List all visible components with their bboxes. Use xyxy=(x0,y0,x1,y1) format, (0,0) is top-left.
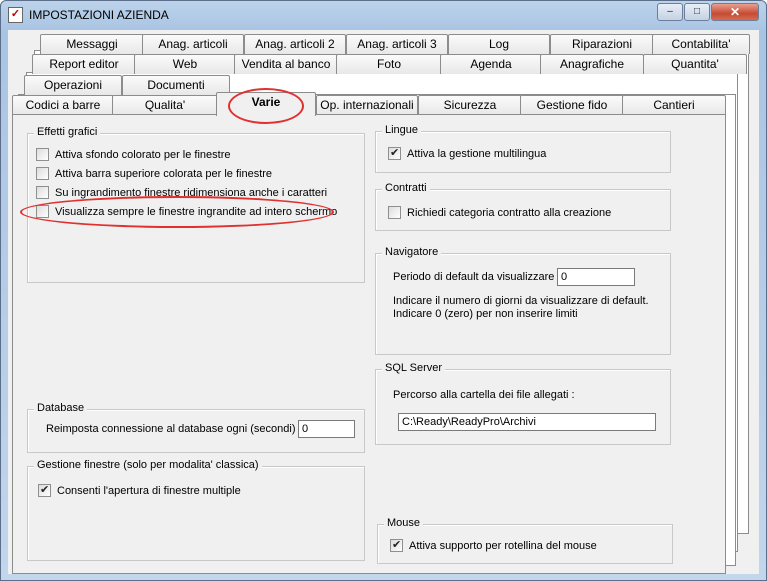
group-label: Effetti grafici xyxy=(34,126,101,138)
title-bar[interactable]: ✓ IMPOSTAZIONI AZIENDA ‒ □ ✕ xyxy=(1,1,766,29)
group-navigatore: Navigatore Periodo di default da visuali… xyxy=(375,246,671,355)
highlight-ellipse-varie-tab xyxy=(228,88,304,124)
tab-web[interactable]: Web xyxy=(134,54,236,74)
tab-op-internazionali[interactable]: Op. internazionali xyxy=(316,95,418,115)
group-label: SQL Server xyxy=(382,362,446,374)
checkbox-box[interactable] xyxy=(38,483,51,497)
close-button[interactable]: ✕ xyxy=(711,3,759,21)
group-label: Contratti xyxy=(382,182,430,194)
tab-cantieri[interactable]: Cantieri xyxy=(622,95,726,115)
tab-contabilita[interactable]: Contabilita' xyxy=(652,34,750,54)
checkbox-box[interactable] xyxy=(36,186,49,199)
checkbox-multilingua[interactable]: Attiva la gestione multilingua xyxy=(388,146,547,160)
tab-report-editor[interactable]: Report editor xyxy=(32,54,136,74)
app-icon: ✓ xyxy=(8,7,23,23)
tab-agenda[interactable]: Agenda xyxy=(440,54,542,74)
group-label: Database xyxy=(34,402,88,414)
group-contratti: Contratti Richiedi categoria contratto a… xyxy=(375,182,671,231)
group-gestione-finestre: Gestione finestre (solo per modalita' cl… xyxy=(27,459,365,561)
checkbox-box[interactable] xyxy=(388,146,401,160)
checkbox-categoria-contratto[interactable]: Richiedi categoria contratto alla creazi… xyxy=(388,206,611,219)
checkbox-label: Attiva sfondo colorato per le finestre xyxy=(55,148,231,161)
group-label: Lingue xyxy=(382,124,422,136)
tab-documenti[interactable]: Documenti xyxy=(122,75,230,95)
tab-gestione-fido[interactable]: Gestione fido xyxy=(520,95,624,115)
tab-log[interactable]: Log xyxy=(448,34,550,54)
checkbox-box[interactable] xyxy=(36,148,49,161)
tab-anag-articoli-2[interactable]: Anag. articoli 2 xyxy=(244,34,346,54)
minimize-button[interactable]: ‒ xyxy=(657,3,683,21)
checkbox-label: Consenti l'apertura di finestre multiple xyxy=(57,484,241,497)
checkbox-box[interactable] xyxy=(388,206,401,219)
tab-messaggi[interactable]: Messaggi xyxy=(40,34,144,54)
tab-foto[interactable]: Foto xyxy=(336,54,442,74)
tab-anagrafiche[interactable]: Anagrafiche xyxy=(540,54,644,74)
attachments-path-input[interactable]: C:\Ready\ReadyPro\Archivi xyxy=(398,413,656,431)
checkbox-sfondo-colorato[interactable]: Attiva sfondo colorato per le finestre xyxy=(36,148,230,161)
period-hint-2: Indicare 0 (zero) per non inserire limit… xyxy=(393,308,578,320)
checkbox-finestre-multiple[interactable]: Consenti l'apertura di finestre multiple xyxy=(38,483,241,497)
highlight-ellipse-fullscreen-option xyxy=(20,196,334,228)
group-label: Navigatore xyxy=(382,246,442,258)
maximize-button[interactable]: □ xyxy=(684,3,710,21)
tab-codici-a-barre[interactable]: Codici a barre xyxy=(12,95,114,115)
period-input[interactable]: 0 xyxy=(557,268,635,286)
tab-quantita[interactable]: Quantita' xyxy=(643,54,747,74)
checkbox-label: Richiedi categoria contratto alla creazi… xyxy=(407,206,612,219)
checkbox-label: Attiva la gestione multilingua xyxy=(407,147,547,160)
tab-sicurezza[interactable]: Sicurezza xyxy=(418,95,522,115)
tab-vendita-al-banco[interactable]: Vendita al banco xyxy=(234,54,338,74)
group-database: Database Reimposta connessione al databa… xyxy=(27,402,365,453)
checkbox-box[interactable] xyxy=(390,538,403,552)
checkbox-barra-superiore[interactable]: Attiva barra superiore colorata per le f… xyxy=(36,167,272,180)
group-lingue: Lingue Attiva la gestione multilingua xyxy=(375,124,671,173)
path-label: Percorso alla cartella dei file allegati… xyxy=(393,389,575,401)
checkbox-box[interactable] xyxy=(36,167,49,180)
checkbox-rotellina-mouse[interactable]: Attiva supporto per rotellina del mouse xyxy=(390,538,597,552)
period-label: Periodo di default da visualizzare : xyxy=(393,271,561,283)
group-mouse: Mouse Attiva supporto per rotellina del … xyxy=(377,517,673,564)
group-label: Mouse xyxy=(384,517,424,529)
reconnect-seconds-input[interactable]: 0 xyxy=(298,420,355,438)
group-label: Gestione finestre (solo per modalita' cl… xyxy=(34,459,262,471)
tab-anag-articoli[interactable]: Anag. articoli xyxy=(142,34,244,54)
tab-qualita[interactable]: Qualita' xyxy=(112,95,218,115)
period-hint-1: Indicare il numero di giorni da visualiz… xyxy=(393,295,649,307)
group-sql-server: SQL Server Percorso alla cartella dei fi… xyxy=(375,362,671,445)
tab-riparazioni[interactable]: Riparazioni xyxy=(550,34,654,54)
checkbox-label: Attiva barra superiore colorata per le f… xyxy=(55,167,273,180)
checkbox-label: Attiva supporto per rotellina del mouse xyxy=(409,539,597,552)
window-title: IMPOSTAZIONI AZIENDA xyxy=(29,8,169,22)
tab-panel-varie: Effetti grafici Attiva sfondo colorato p… xyxy=(12,114,726,574)
tab-anag-articoli-3[interactable]: Anag. articoli 3 xyxy=(346,34,448,54)
reconnect-label: Reimposta connessione al database ogni (… xyxy=(46,423,302,435)
tab-operazioni[interactable]: Operazioni xyxy=(24,75,122,95)
